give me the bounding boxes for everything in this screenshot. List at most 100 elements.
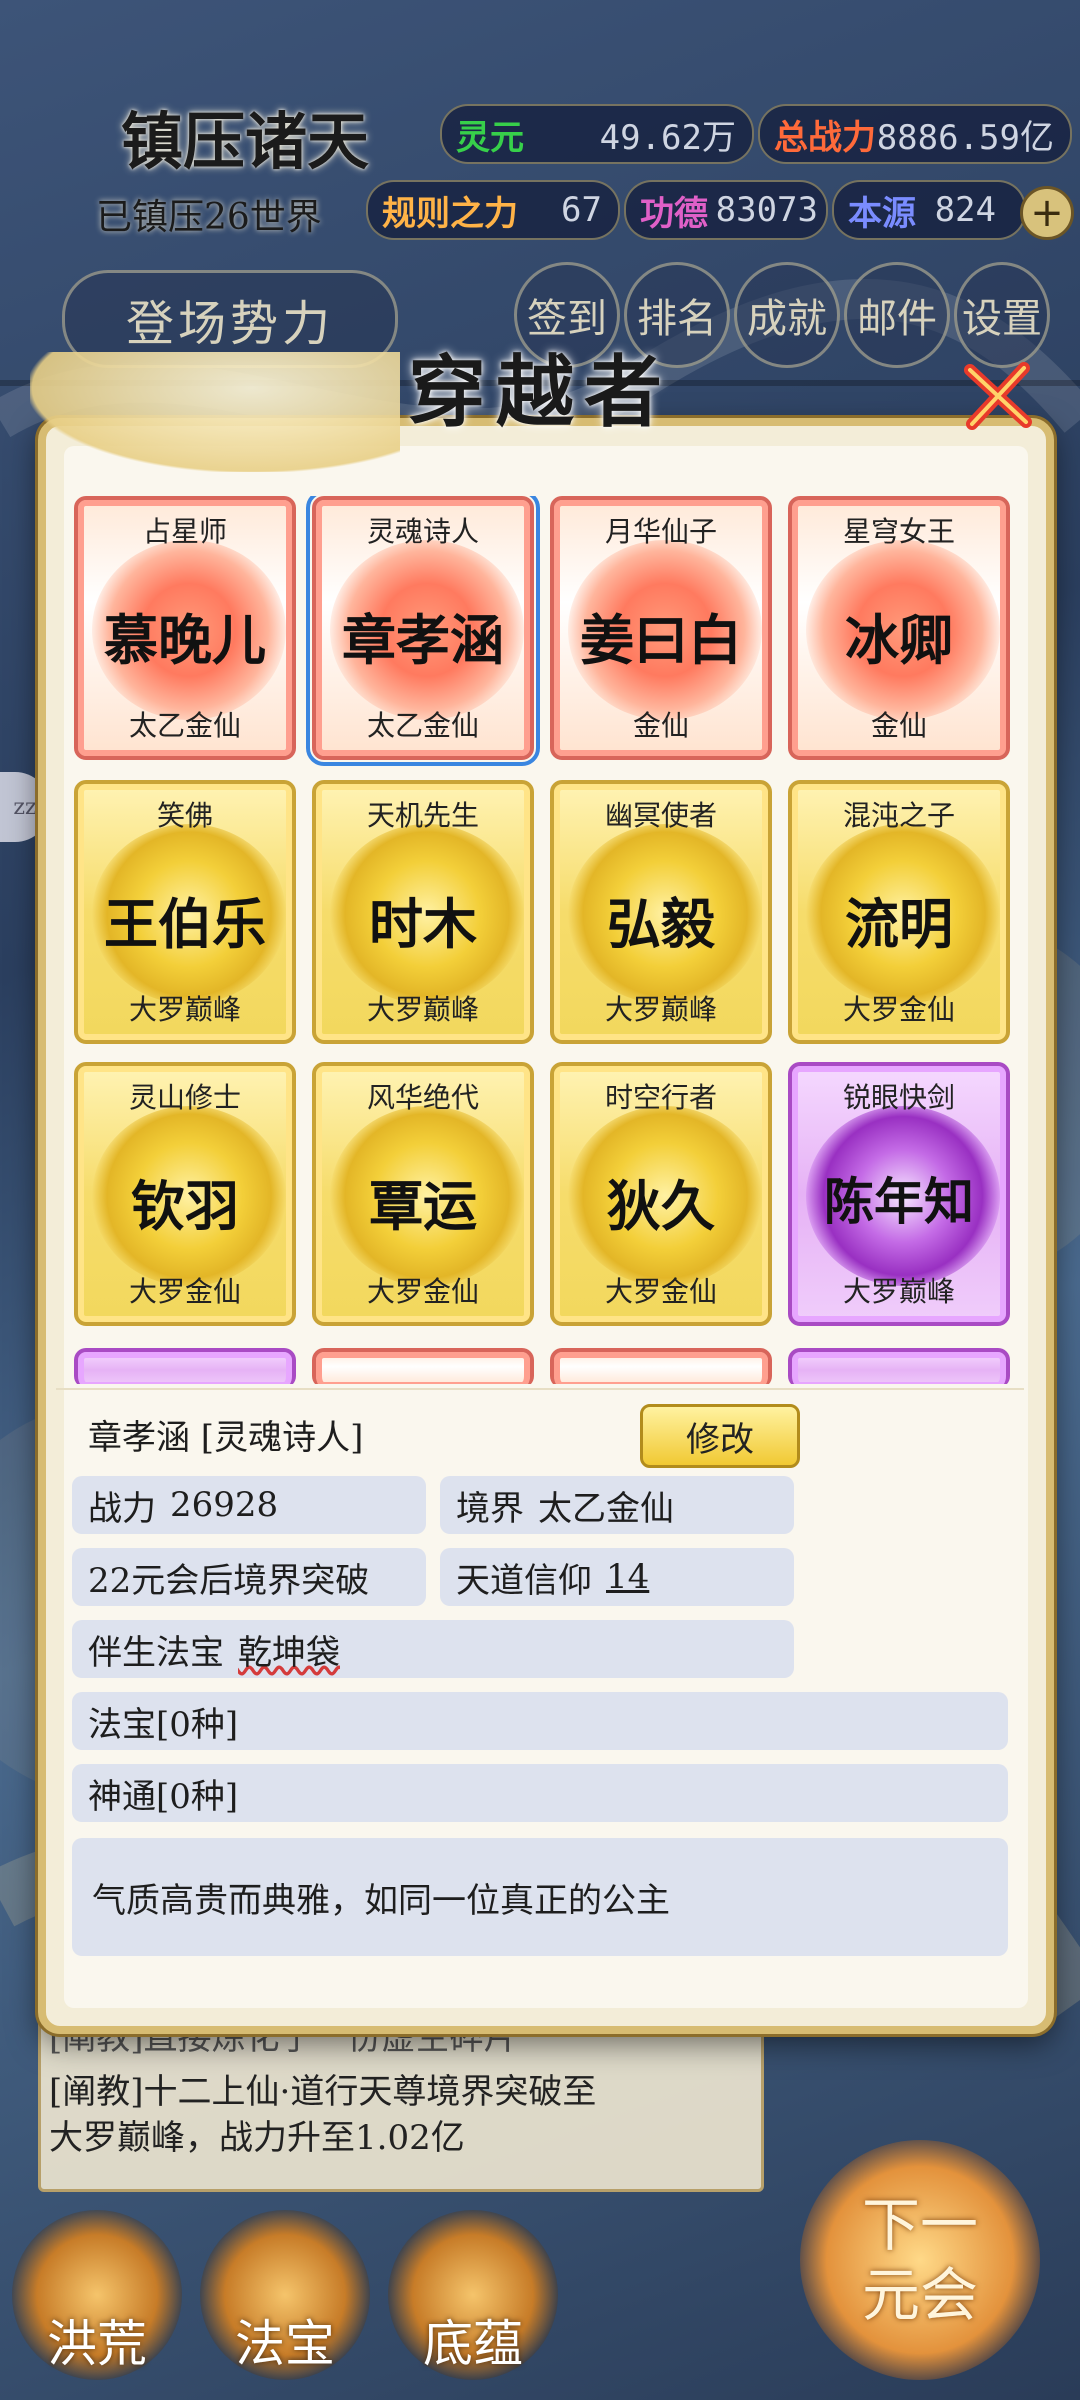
traveler-card[interactable]: 灵山修士 钦羽 大罗金仙 <box>74 1062 296 1326</box>
treasure-label: 伴生法宝 <box>88 1632 224 1673</box>
card-rank: 金仙 <box>632 709 689 742</box>
stat-value: 8886.59亿 <box>876 117 1054 158</box>
card-rank: 金仙 <box>870 709 927 742</box>
realm-value: 太乙金仙 <box>538 1488 674 1529</box>
traveler-card[interactable]: 幽冥使者 弘毅 大罗巅峰 <box>550 780 772 1044</box>
card-name: 章孝涵 <box>342 608 504 672</box>
stat-origin: 本源 824 <box>832 180 1026 240</box>
power-row: 战力 26928 <box>72 1476 426 1534</box>
event-log: [阐教]直接炼化了一份虚空碎片 [阐教]十二上仙·道行天尊境界突破至 大罗巅峰，… <box>38 2018 764 2192</box>
stat-merit: 功德 83073 <box>624 180 828 240</box>
modal-title: 穿越者 <box>407 347 672 438</box>
power-label: 战力 <box>88 1488 156 1529</box>
traveler-card[interactable]: 月华仙子 姜曰白 金仙 <box>550 496 772 760</box>
treasures-row[interactable]: 法宝[0种] <box>72 1692 1008 1750</box>
card-rank: 大罗巅峰 <box>842 1275 955 1308</box>
card-name: 冰卿 <box>845 608 953 672</box>
card-title: 混沌之子 <box>842 799 955 832</box>
card-title: 灵山修士 <box>128 1081 241 1114</box>
nav-fabao[interactable]: 法宝 <box>200 2210 370 2380</box>
nav-honghuang[interactable]: 洪荒 <box>12 2210 182 2380</box>
suppressed-worlds-count: 已镇压26世界 <box>96 197 322 238</box>
description-box: 气质高贵而典雅，如同一位真正的公主 <box>72 1838 1008 1956</box>
stat-value: 83073 <box>715 190 818 230</box>
card-rank: 大罗金仙 <box>128 1275 241 1308</box>
add-icon[interactable]: + <box>1020 186 1074 240</box>
stat-value: 49.62万 <box>599 117 736 158</box>
traveler-card-partial[interactable] <box>312 1348 534 1384</box>
close-icon[interactable] <box>958 356 1038 436</box>
card-title: 灵魂诗人 <box>366 515 479 548</box>
companion-treasure-row: 伴生法宝 乾坤袋 <box>72 1620 794 1678</box>
stat-label: 总战力 <box>774 117 876 158</box>
traveler-card[interactable]: 占星师 慕晚儿 太乙金仙 <box>74 496 296 760</box>
nav-label: 底蕴 <box>423 2315 523 2373</box>
traveler-card-partial[interactable] <box>74 1348 296 1384</box>
nav-label: 洪荒 <box>47 2315 147 2373</box>
card-title: 占星师 <box>142 515 227 548</box>
stat-label: 规则之力 <box>382 193 518 234</box>
treasure-value[interactable]: 乾坤袋 <box>238 1625 340 1674</box>
next-label-1: 下一 <box>861 2191 978 2259</box>
card-name: 流明 <box>845 892 953 956</box>
card-name: 慕晚儿 <box>104 608 266 672</box>
breakthrough-row: 22元会后境界突破 <box>72 1548 426 1606</box>
traveler-card[interactable]: 笑佛 王伯乐 大罗巅峰 <box>74 780 296 1044</box>
nav-diyun[interactable]: 底蕴 <box>388 2210 558 2380</box>
card-rank: 大罗巅峰 <box>366 993 479 1026</box>
traveler-card[interactable]: 锐眼快剑 陈年知 大罗巅峰 <box>788 1062 1010 1326</box>
card-name: 覃运 <box>369 1174 477 1238</box>
stat-label: 本源 <box>848 193 916 234</box>
traveler-card[interactable]: 星穹女王 冰卿 金仙 <box>788 496 1010 760</box>
stat-total-power: 总战力 8886.59亿 <box>758 104 1072 164</box>
realm-row: 境界 太乙金仙 <box>440 1476 794 1534</box>
card-title: 月华仙子 <box>604 515 717 548</box>
log-line: [阐教]十二上仙·道行天尊境界突破至 <box>49 2072 597 2112</box>
card-title: 风华绝代 <box>366 1081 479 1114</box>
card-rank: 太乙金仙 <box>366 709 479 742</box>
traveler-card[interactable]: 混沌之子 流明 大罗金仙 <box>788 780 1010 1044</box>
traveler-card[interactable]: 天机先生 时木 大罗巅峰 <box>312 780 534 1044</box>
card-rank: 大罗金仙 <box>366 1275 479 1308</box>
faith-row: 天道信仰 14 <box>440 1548 794 1606</box>
card-title: 锐眼快剑 <box>842 1081 955 1114</box>
edit-button[interactable]: 修改 <box>640 1404 800 1468</box>
card-title: 天机先生 <box>366 799 479 832</box>
traveler-card-partial[interactable] <box>550 1348 772 1384</box>
stat-value: 824 <box>934 190 996 230</box>
card-name: 狄久 <box>607 1174 715 1238</box>
next-era-button[interactable]: 下一 元会 <box>800 2140 1040 2380</box>
card-rank: 太乙金仙 <box>128 709 241 742</box>
card-title: 笑佛 <box>156 799 213 832</box>
traveler-card[interactable]: 时空行者 狄久 大罗金仙 <box>550 1062 772 1326</box>
card-rank: 大罗金仙 <box>842 993 955 1026</box>
stat-lingyuan: 灵元 49.62万 <box>440 104 754 164</box>
card-title: 幽冥使者 <box>604 799 717 832</box>
card-name: 弘毅 <box>607 892 715 956</box>
stat-label: 灵元 <box>456 117 524 158</box>
stat-value: 67 <box>561 190 602 230</box>
card-name: 王伯乐 <box>104 892 266 956</box>
traveler-card-selected[interactable]: 灵魂诗人 章孝涵 太乙金仙 <box>306 496 540 766</box>
card-name: 姜曰白 <box>580 608 742 672</box>
traveler-card-grid[interactable]: 占星师 慕晚儿 太乙金仙 灵魂诗人 章孝涵 太乙金仙 月华仙子 姜曰白 金仙 星… <box>70 496 1010 1384</box>
abilities-row[interactable]: 神通[0种] <box>72 1764 1008 1822</box>
card-name: 钦羽 <box>131 1174 239 1238</box>
realm-label: 境界 <box>456 1488 524 1529</box>
faith-label: 天道信仰 <box>456 1560 592 1601</box>
traveler-name-line: 章孝涵 [灵魂诗人] <box>88 1417 364 1458</box>
next-label-2: 元会 <box>861 2261 978 2329</box>
traveler-card-partial[interactable] <box>788 1348 1010 1384</box>
card-rank: 大罗巅峰 <box>604 993 717 1026</box>
stat-rule-power: 规则之力 67 <box>366 180 620 240</box>
card-rank: 大罗金仙 <box>604 1275 717 1308</box>
log-line: 大罗巅峰，战力升至1.02亿 <box>49 2118 465 2158</box>
card-name: 时木 <box>369 892 477 956</box>
faith-value[interactable]: 14 <box>606 1557 649 1597</box>
card-title: 星穹女王 <box>842 515 955 548</box>
traveler-card[interactable]: 风华绝代 覃运 大罗金仙 <box>312 1062 534 1326</box>
section-divider <box>56 1388 1024 1390</box>
card-rank: 大罗巅峰 <box>128 993 241 1026</box>
card-name: 陈年知 <box>824 1172 974 1231</box>
nav-label: 法宝 <box>235 2315 335 2373</box>
